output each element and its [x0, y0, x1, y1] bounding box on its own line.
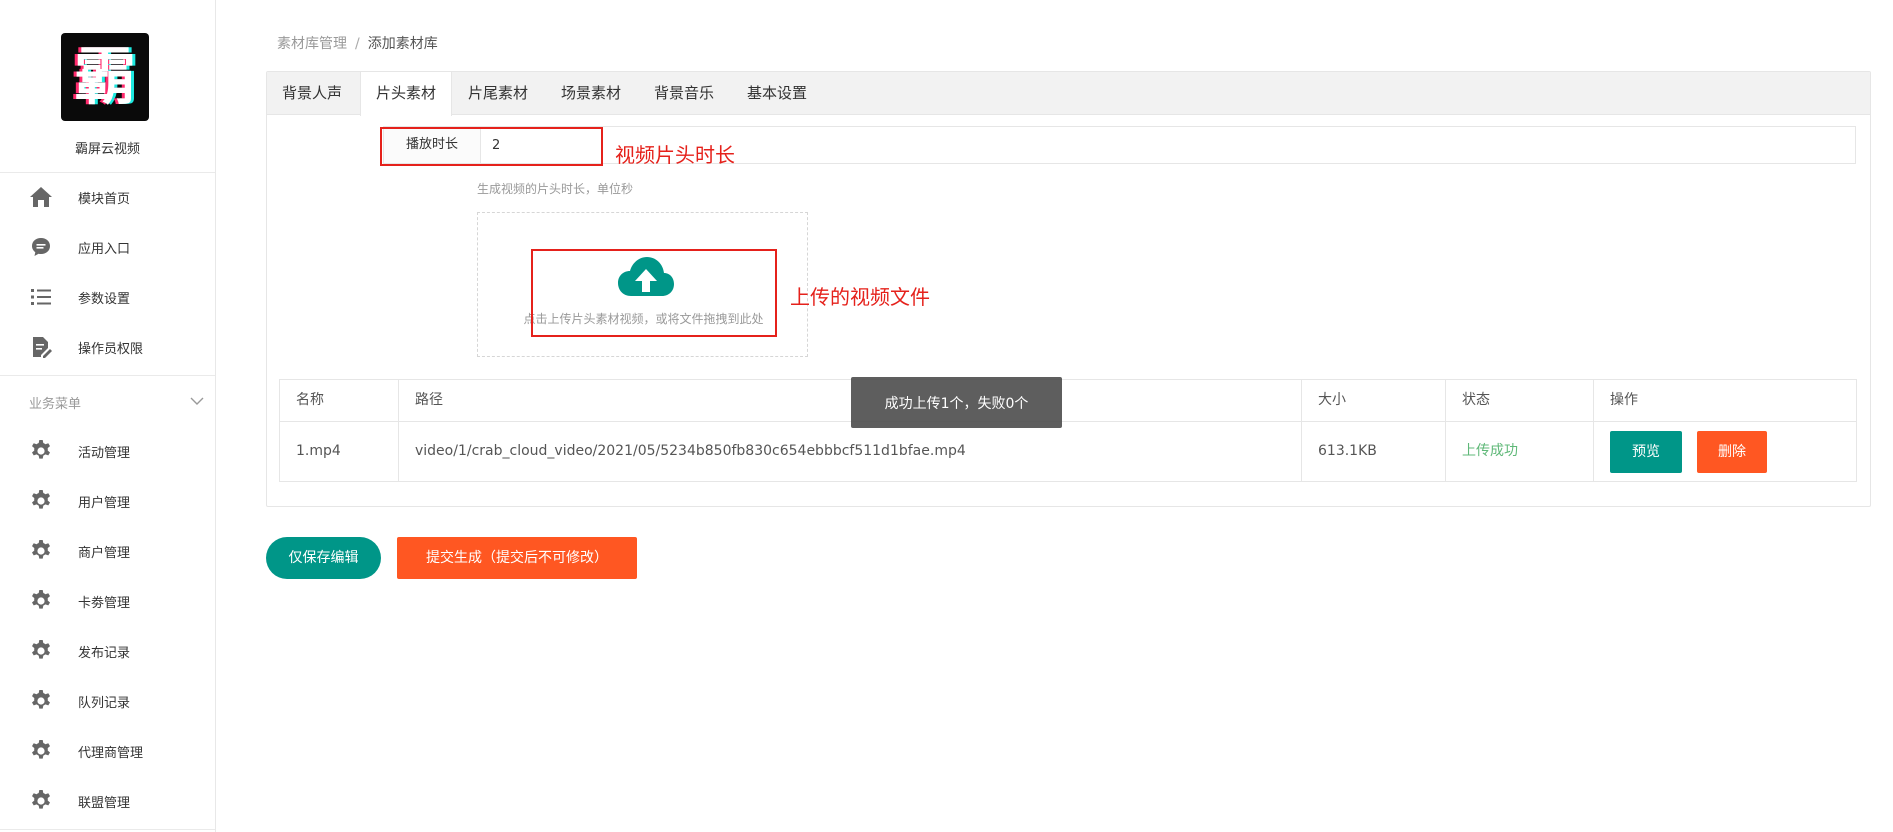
duration-help-text: 生成视频的片头时长，单位秒 [477, 182, 634, 196]
sidebar-item-label: 发布记录 [78, 645, 131, 661]
tab-basic-settings[interactable]: 基本设置 [732, 72, 822, 114]
column-header-path: 路径 [415, 392, 443, 408]
sidebar-item-label: 联盟管理 [78, 795, 131, 811]
list-icon [29, 285, 53, 309]
annotation-duration-note: 视频片头时长 [615, 143, 735, 167]
tab-scene-material[interactable]: 场景素材 [546, 72, 636, 114]
sidebar-item-merchants[interactable]: 商户管理 [0, 528, 215, 574]
sidebar-item-alliance[interactable]: 联盟管理 [0, 778, 215, 824]
sidebar-item-label: 应用入口 [78, 241, 131, 257]
table-divider [1593, 380, 1594, 481]
sidebar-item-home[interactable]: 模块首页 [0, 174, 215, 220]
sidebar-item-publish-records[interactable]: 发布记录 [0, 628, 215, 674]
sidebar-item-users[interactable]: 用户管理 [0, 478, 215, 524]
app-name: 霸屏云视频 [74, 142, 140, 157]
table-divider [398, 380, 399, 481]
uploaded-files-table: 名称 路径 大小 状态 操作 1.mp4 video/1/crab_cloud_… [279, 379, 1857, 482]
upload-result-toast: 成功上传1个，失败0个 [851, 377, 1062, 428]
breadcrumb-parent-link[interactable]: 素材库管理 [277, 36, 347, 52]
gear-icon [29, 589, 53, 613]
sidebar-item-label: 模块首页 [78, 191, 131, 207]
app-logo: 霸 [61, 33, 149, 121]
gear-icon [29, 789, 53, 813]
sidebar-item-label: 卡劵管理 [78, 595, 131, 611]
sidebar-item-activity[interactable]: 活动管理 [0, 428, 215, 474]
sidebar-item-agents[interactable]: 代理商管理 [0, 728, 215, 774]
sidebar-item-params[interactable]: 参数设置 [0, 274, 215, 320]
tab-bar: 背景人声 片头素材 片尾素材 场景素材 背景音乐 基本设置 [267, 72, 1870, 116]
file-size-cell: 613.1KB [1318, 443, 1377, 459]
gear-icon [29, 639, 53, 663]
chevron-down-icon[interactable] [190, 391, 204, 410]
tab-intro-material[interactable]: 片头素材 [360, 72, 453, 116]
annotation-upload-note: 上传的视频文件 [790, 285, 930, 309]
sidebar-item-label: 操作员权限 [78, 341, 144, 357]
duration-field: 播放时长 [383, 126, 1856, 164]
sidebar-item-label: 参数设置 [78, 291, 131, 307]
edit-document-icon [29, 335, 53, 359]
sidebar-item-label: 代理商管理 [78, 745, 144, 761]
submit-generate-button[interactable]: 提交生成（提交后不可修改） [397, 537, 637, 579]
gear-icon [29, 489, 53, 513]
sidebar: 霸 霸屏云视频 模块首页 应用入口 参数设置 操作员权限 业务菜单 活动管理 用… [0, 0, 216, 832]
file-path-cell: video/1/crab_cloud_video/2021/05/5234b85… [415, 443, 966, 459]
sidebar-item-label: 商户管理 [78, 545, 131, 561]
gear-icon [29, 439, 53, 463]
gear-icon [29, 539, 53, 563]
tab-background-music[interactable]: 背景音乐 [639, 72, 729, 114]
save-edit-button[interactable]: 仅保存编辑 [266, 537, 381, 579]
breadcrumb-separator: / [355, 36, 360, 52]
sidebar-item-label: 队列记录 [78, 695, 131, 711]
tab-background-voice[interactable]: 背景人声 [267, 72, 357, 114]
breadcrumb-current: 添加素材库 [367, 36, 438, 52]
sidebar-item-operator-permissions[interactable]: 操作员权限 [0, 324, 215, 370]
table-divider [1301, 380, 1302, 481]
file-name-cell: 1.mp4 [296, 443, 341, 459]
sidebar-item-coupons[interactable]: 卡劵管理 [0, 578, 215, 624]
annotation-box-upload [531, 249, 777, 337]
sidebar-item-label: 活动管理 [78, 445, 131, 461]
table-divider [1445, 380, 1446, 481]
column-header-size: 大小 [1318, 392, 1346, 408]
breadcrumb: 素材库管理 / 添加素材库 [277, 33, 438, 53]
chat-bubble-icon [29, 235, 53, 259]
sidebar-divider [0, 172, 215, 173]
logo-glyph: 霸 [73, 40, 136, 113]
tab-outro-material[interactable]: 片尾素材 [453, 72, 543, 114]
home-icon [29, 185, 53, 209]
sidebar-item-app-entry[interactable]: 应用入口 [0, 224, 215, 270]
column-header-status: 状态 [1462, 392, 1490, 408]
preview-button[interactable]: 预览 [1610, 431, 1682, 473]
sidebar-divider [0, 375, 215, 376]
sidebar-item-queue-records[interactable]: 队列记录 [0, 678, 215, 724]
sidebar-group-title: 业务菜单 [29, 397, 82, 412]
annotation-box-duration [380, 127, 603, 166]
upload-status-cell: 上传成功 [1462, 443, 1518, 459]
delete-button[interactable]: 删除 [1697, 431, 1767, 473]
gear-icon [29, 689, 53, 713]
sidebar-item-label: 用户管理 [78, 495, 131, 511]
column-header-actions: 操作 [1610, 392, 1638, 408]
sidebar-divider [0, 829, 215, 830]
column-header-name: 名称 [296, 392, 324, 408]
gear-icon [29, 739, 53, 763]
